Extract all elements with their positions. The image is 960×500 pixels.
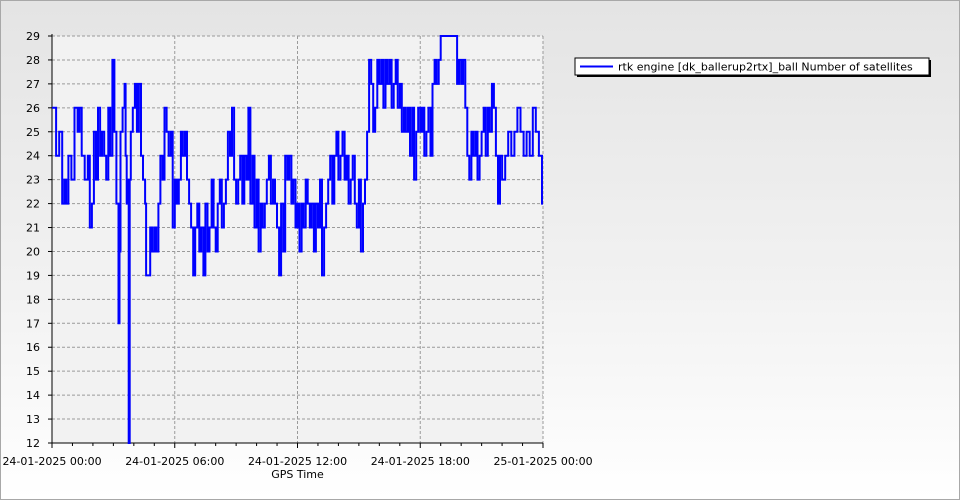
y-tick-label: 28 [26,54,40,67]
y-tick-label: 20 [26,245,40,258]
y-tick-label: 24 [26,150,40,163]
y-tick-label: 29 [26,30,40,43]
legend-label: rtk engine [dk_ballerup2rtx]_ball Number… [618,61,913,74]
x-tick-label: 24-01-2025 06:00 [125,455,224,468]
y-tick-label: 18 [26,293,40,306]
y-tick-label: 21 [26,222,40,235]
y-tick-label: 22 [26,198,40,211]
y-tick-label: 15 [26,365,40,378]
y-tick-label: 14 [26,389,40,402]
y-tick-label: 26 [26,102,40,115]
chart-root: 12 13 14 15 16 17 18 19 20 21 22 23 24 25 26 27 28 29 24-0… [0,0,960,500]
y-tick-label: 23 [26,174,40,187]
x-tick-label: 24-01-2025 12:00 [248,455,347,468]
y-tick-label: 13 [26,413,40,426]
y-tick-label: 17 [26,317,40,330]
y-tick-label: 27 [26,78,40,91]
y-tick-label: 19 [26,269,40,282]
x-tick-label: 25-01-2025 00:00 [493,455,592,468]
y-tick-label: 16 [26,341,40,354]
x-tick-label: 24-01-2025 00:00 [2,455,101,468]
line-chart: 12 13 14 15 16 17 18 19 20 21 22 23 24 25 26 27 28 29 24-0… [2,30,931,481]
legend[interactable]: rtk engine [dk_ballerup2rtx]_ball Number… [574,57,931,77]
y-tick-label: 25 [26,126,40,139]
x-axis-title: GPS Time [271,468,324,481]
y-tick-label: 12 [26,437,40,450]
x-tick-label: 24-01-2025 18:00 [371,455,470,468]
